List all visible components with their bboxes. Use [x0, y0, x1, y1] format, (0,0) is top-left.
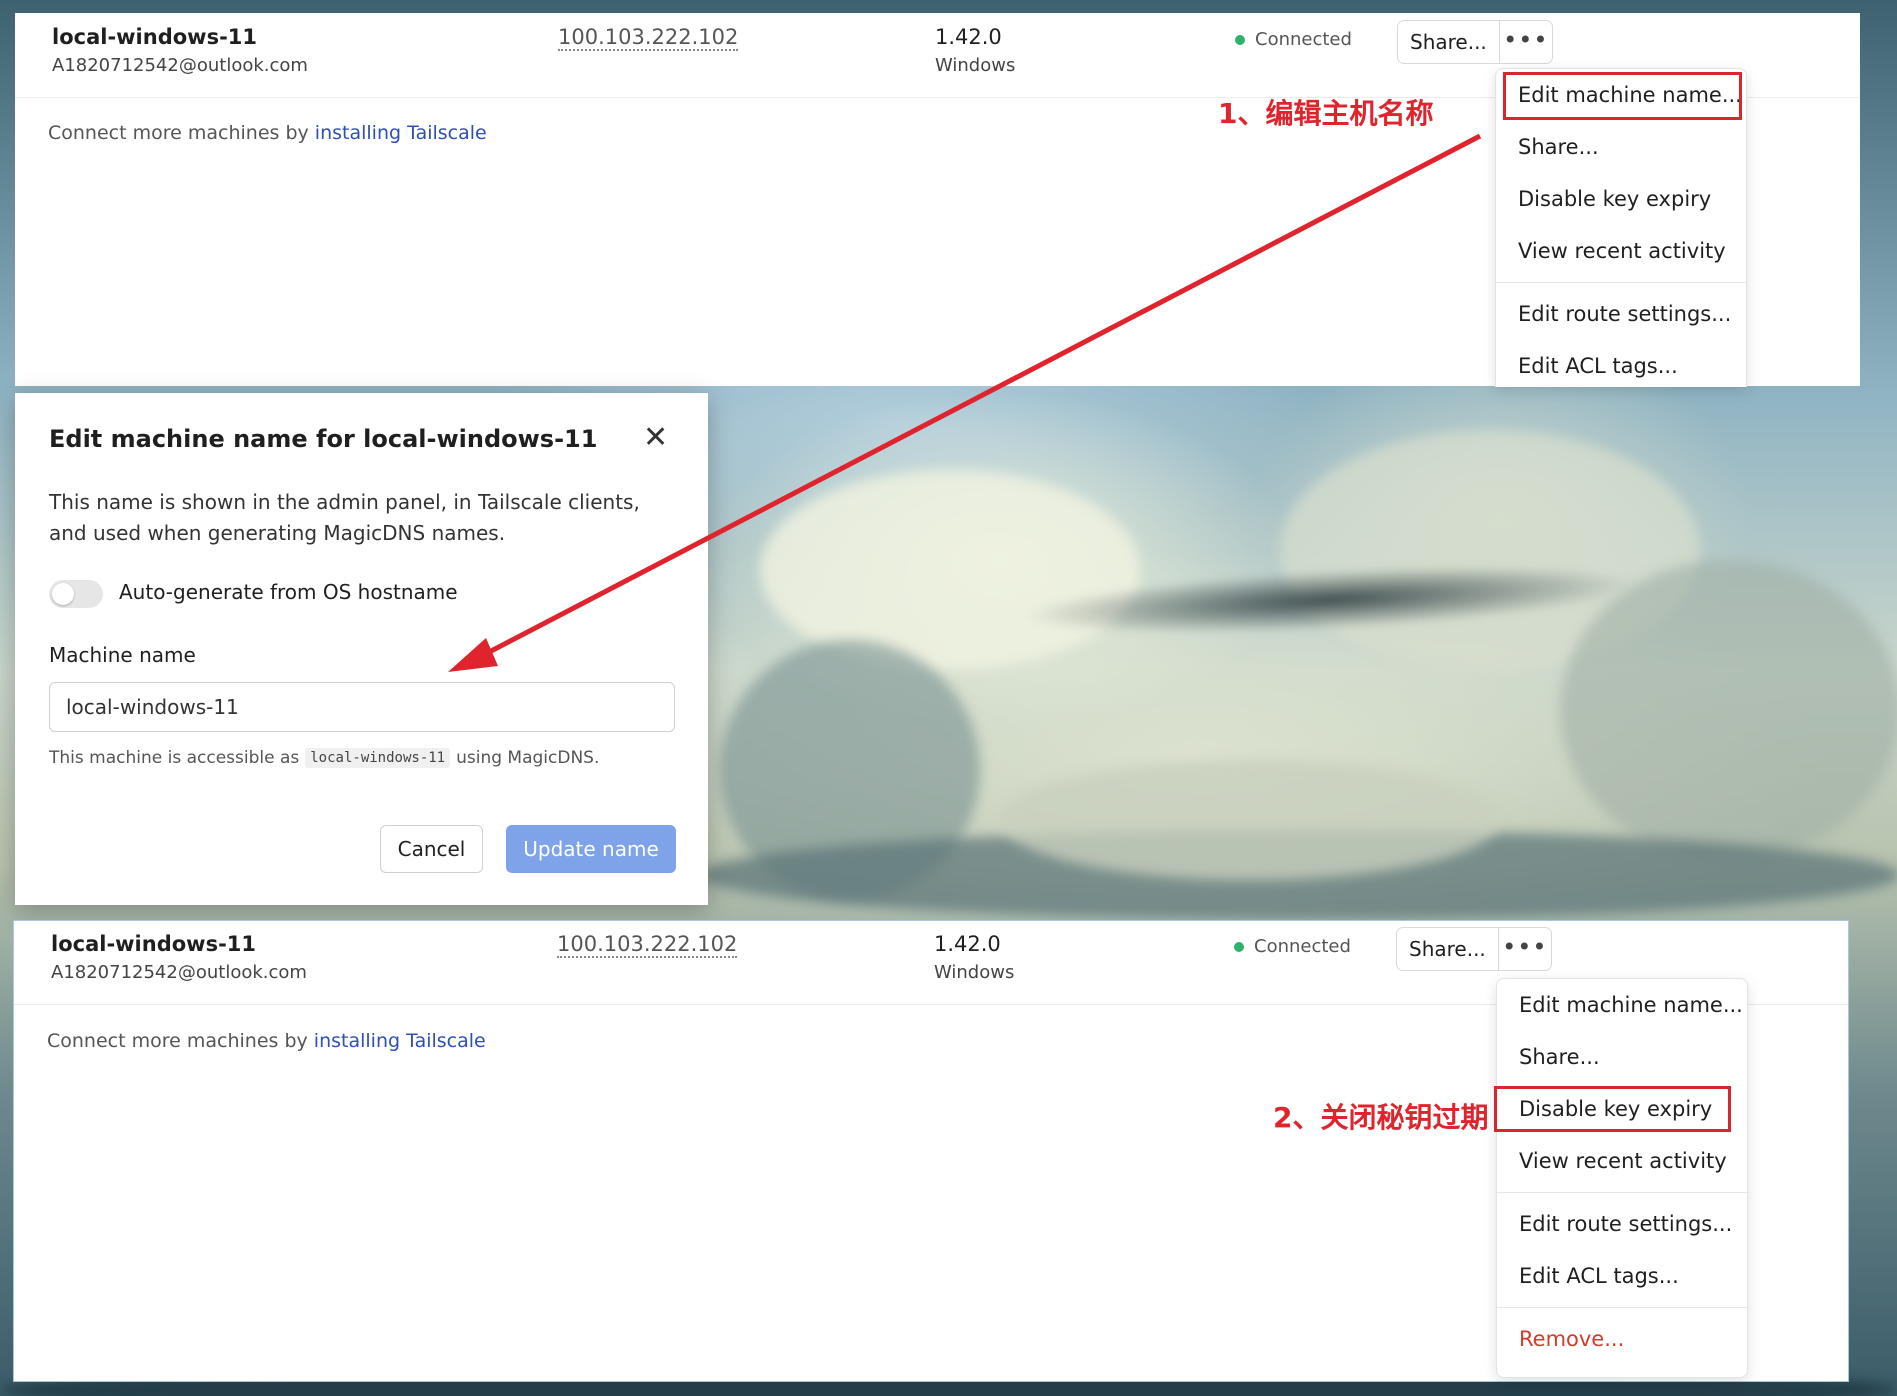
machine-name-input[interactable] — [49, 682, 675, 732]
menu-item-disable-key-expiry[interactable]: Disable key expiry — [1496, 173, 1746, 225]
menu-item-edit-machine-name[interactable]: Edit machine name... — [1496, 69, 1746, 121]
connect-more-text: Connect more machines by installing Tail… — [48, 122, 487, 144]
menu-divider — [1497, 1192, 1747, 1193]
machine-os: Windows — [935, 55, 1016, 76]
hint-prefix: This machine is accessible as — [49, 748, 300, 768]
menu-divider — [1497, 1307, 1747, 1308]
machine-name-label: Machine name — [49, 643, 196, 667]
menu-item-edit-route-settings[interactable]: Edit route settings... — [1496, 288, 1746, 340]
tailscale-link[interactable]: Tailscale — [407, 122, 487, 144]
installing-link[interactable]: installing — [314, 1030, 400, 1052]
machine-name[interactable]: local-windows-11 — [51, 932, 256, 956]
toggle-label: Auto-generate from OS hostname — [119, 580, 458, 604]
machine-os: Windows — [934, 962, 1015, 983]
hint-suffix: using MagicDNS. — [456, 748, 600, 768]
machine-name[interactable]: local-windows-11 — [52, 25, 257, 49]
close-icon[interactable]: ✕ — [643, 423, 668, 453]
status-label: Connected — [1255, 29, 1352, 50]
share-button[interactable]: Share... — [1397, 928, 1499, 970]
dialog-description: This name is shown in the admin panel, i… — [49, 490, 640, 545]
more-options-icon[interactable]: ••• — [1500, 21, 1552, 63]
status-label: Connected — [1254, 936, 1351, 957]
hint-hostname-code: local-windows-11 — [305, 748, 451, 768]
machine-version: 1.42.0 — [934, 932, 1001, 956]
menu-item-edit-acl-tags[interactable]: Edit ACL tags... — [1496, 340, 1746, 387]
menu-item-edit-route-settings[interactable]: Edit route settings... — [1497, 1198, 1747, 1250]
edit-machine-name-dialog: Edit machine name for local-windows-11 ✕… — [15, 393, 708, 905]
connect-more-text: Connect more machines by installing Tail… — [47, 1030, 486, 1052]
machine-ip-address[interactable]: 100.103.222.102 — [557, 932, 738, 958]
auto-generate-toggle[interactable] — [49, 580, 103, 608]
menu-item-disable-key-expiry[interactable]: Disable key expiry — [1494, 1083, 1747, 1135]
machine-ip-address[interactable]: 100.103.222.102 — [558, 25, 739, 51]
share-button[interactable]: Share... — [1398, 21, 1500, 63]
annotation-step-1: 1、编辑主机名称 — [1218, 97, 1434, 130]
machine-actions: Share... ••• — [1396, 927, 1552, 971]
machine-owner: A1820712542@outlook.com — [51, 962, 307, 983]
annotation-step-2: 2、关闭秘钥过期 — [1273, 1101, 1489, 1134]
menu-item-share[interactable]: Share... — [1496, 121, 1746, 173]
cancel-button[interactable]: Cancel — [380, 825, 483, 873]
status-dot-icon — [1235, 34, 1245, 45]
menu-divider — [1496, 282, 1746, 283]
toggle-knob — [52, 583, 74, 605]
status-dot-icon — [1234, 941, 1244, 952]
machine-menu-bottom: Edit machine name... Share... Disable ke… — [1494, 978, 1748, 1378]
connection-status: Connected — [1235, 29, 1352, 50]
machine-owner: A1820712542@outlook.com — [52, 55, 308, 76]
installing-link[interactable]: installing — [315, 122, 401, 144]
connect-more-prefix: Connect more machines by — [48, 122, 315, 144]
menu-item-share[interactable]: Share... — [1497, 1031, 1747, 1083]
menu-item-edit-acl-tags[interactable]: Edit ACL tags... — [1497, 1250, 1747, 1302]
magicdns-hint: This machine is accessible as local-wind… — [49, 748, 599, 768]
machine-actions: Share... ••• — [1397, 20, 1553, 64]
update-name-button[interactable]: Update name — [506, 825, 676, 873]
machine-version: 1.42.0 — [935, 25, 1002, 49]
menu-item-edit-machine-name[interactable]: Edit machine name... — [1497, 979, 1747, 1031]
machine-menu-top: Edit machine name... Share... Disable ke… — [1495, 68, 1747, 387]
menu-item-remove[interactable]: Remove... — [1497, 1313, 1747, 1365]
connection-status: Connected — [1234, 936, 1351, 957]
connect-more-prefix: Connect more machines by — [47, 1030, 314, 1052]
more-options-icon[interactable]: ••• — [1499, 928, 1551, 970]
dialog-title: Edit machine name for local-windows-11 — [49, 425, 598, 453]
menu-item-view-recent-activity[interactable]: View recent activity — [1497, 1135, 1747, 1187]
menu-item-view-recent-activity[interactable]: View recent activity — [1496, 225, 1746, 277]
tailscale-link[interactable]: Tailscale — [406, 1030, 486, 1052]
